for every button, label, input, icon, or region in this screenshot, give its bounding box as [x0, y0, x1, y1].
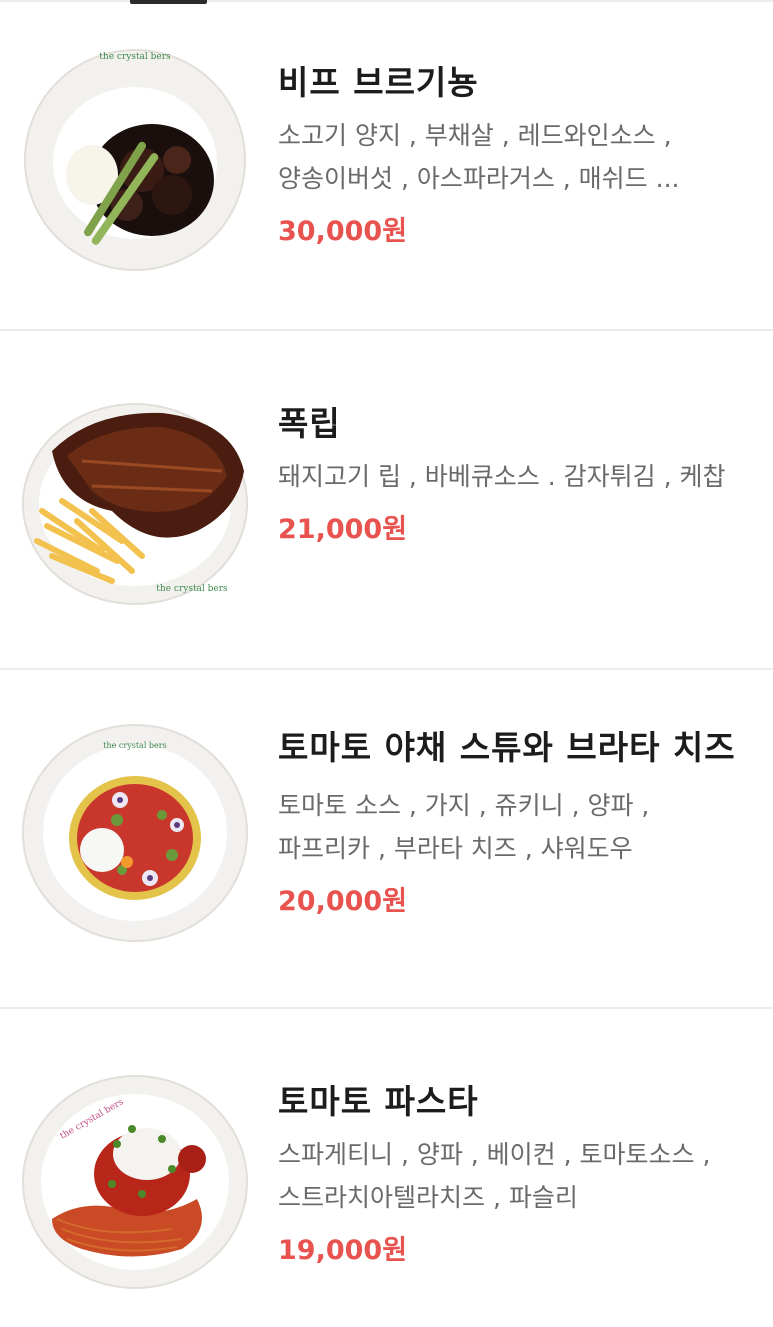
menu-item-name: 폭립: [278, 404, 341, 443]
menu-item-price: 30,000원: [278, 216, 408, 247]
plate-logo: the crystal bers: [156, 584, 228, 594]
menu-page: the crystal bers 비프 브르기뇽 소고기 양지 , 부채살 , …: [0, 0, 773, 1327]
tomato-pasta-dish-icon: the crystal bers: [22, 1069, 248, 1295]
menu-item-name: 토마토 파스타: [278, 1082, 479, 1121]
tomato-stew-dish-icon: the crystal bers: [22, 720, 248, 946]
menu-item-description: 소고기 양지 , 부채살 , 레드와인소스 , 양송이버섯 , 아스파라거스 ,…: [278, 121, 680, 193]
menu-item-price: 20,000원: [278, 886, 408, 917]
menu-item-price: 21,000원: [278, 514, 408, 545]
menu-item-name: 비프 브르기뇽: [278, 63, 479, 102]
menu-item-pork-ribs[interactable]: the crystal bers 폭립 돼지고기 립 , 바베큐소스 . 감자튀…: [0, 331, 773, 669]
menu-item-description: 토마토 소스 , 가지 , 쥬키니 , 양파 , 파프리카 , 부라타 치즈 ,…: [278, 791, 650, 863]
menu-item-description: 스파게티니 , 양파 , 베이컨 , 토마토소스 , 스트라치아텔라치즈 , 파…: [278, 1140, 711, 1212]
plate-logo: the crystal bers: [103, 741, 166, 750]
beef-bourguignon-dish-icon: the crystal bers: [22, 45, 248, 271]
menu-item-beef-bourguignon[interactable]: the crystal bers 비프 브르기뇽 소고기 양지 , 부채살 , …: [0, 0, 773, 330]
menu-item-tomato-pasta[interactable]: the crystal bers 토마토 파스타 스파게티니 , 양파 , 베이…: [0, 1009, 773, 1327]
menu-item-tomato-stew[interactable]: the crystal bers 토마토 야채 스튜와 브라타 치즈 토마토 소…: [0, 670, 773, 1008]
menu-item-description: 돼지고기 립 , 바베큐소스 . 감자튀김 , 케찹: [278, 462, 726, 491]
menu-item-name: 토마토 야채 스튜와 브라타 치즈: [278, 728, 736, 767]
menu-item-price: 19,000원: [278, 1235, 408, 1266]
pork-ribs-dish-icon: the crystal bers: [22, 391, 248, 617]
plate-logo: the crystal bers: [99, 52, 171, 62]
